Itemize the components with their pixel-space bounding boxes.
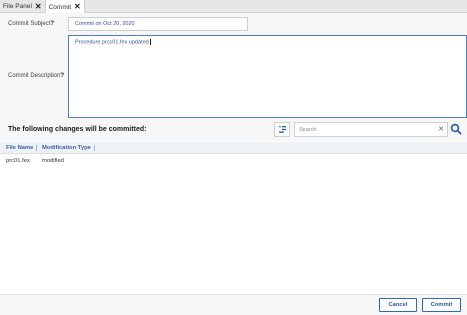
search-input[interactable] <box>299 125 429 135</box>
commit-description-label-text: Commit Description <box>8 73 61 79</box>
commit-subject-label: Commit Subject? <box>8 21 54 27</box>
changes-table-header: File Name Modification Type <box>0 142 467 154</box>
column-header-modification-type[interactable]: Modification Type <box>42 145 95 151</box>
column-header-file-name[interactable]: File Name <box>6 145 38 151</box>
close-tab-commit-icon[interactable]: ✕ <box>74 3 81 11</box>
description-help-mark: ? <box>60 73 65 79</box>
commit-description-text: Procedure prcc01.fex updated <box>75 39 149 46</box>
search-box: ✕ <box>294 122 448 137</box>
dialog-footer: Cancel Commit <box>0 294 467 315</box>
commit-description-label: Commit Description? <box>8 73 64 79</box>
tab-commit-label: Commit <box>48 3 71 11</box>
close-icon[interactable]: ✕ <box>438 125 444 135</box>
cell-modification-type: modified <box>42 158 64 164</box>
tab-file-panel-label: File Panel <box>3 3 32 10</box>
column-resize-handle[interactable] <box>36 145 38 151</box>
cancel-button[interactable]: Cancel <box>379 298 417 312</box>
commit-subject-label-text: Commit Subject <box>8 21 51 27</box>
commit-subject-input[interactable] <box>68 17 248 31</box>
text-caret <box>149 39 151 45</box>
filter-toggle-button[interactable] <box>274 122 290 137</box>
changes-title: The following changes will be committed: <box>8 126 147 133</box>
tab-bar: File Panel ✕ Commit ✕ <box>0 0 467 14</box>
commit-description-textarea[interactable]: Procedure prcc01.fex updated <box>68 35 467 118</box>
subject-help-mark: ? <box>50 21 55 27</box>
close-tab-file-panel-icon[interactable]: ✕ <box>35 2 42 11</box>
table-row[interactable]: prc01.fex modified <box>0 157 467 167</box>
commit-form: Commit Subject? Commit Description? Proc… <box>0 13 467 119</box>
tab-commit[interactable]: Commit ✕ <box>45 0 85 14</box>
cell-file-name: prc01.fex <box>6 158 30 164</box>
column-modification-type-label: Modification Type <box>42 145 91 151</box>
column-file-name-label: File Name <box>6 145 34 151</box>
tab-file-panel[interactable]: File Panel ✕ <box>0 0 46 13</box>
commit-button[interactable]: Commit <box>422 298 461 312</box>
search-icon[interactable] <box>450 123 462 135</box>
filter-icon <box>278 126 286 133</box>
column-resize-handle[interactable] <box>93 145 95 151</box>
changes-toolbar: The following changes will be committed:… <box>0 119 467 141</box>
